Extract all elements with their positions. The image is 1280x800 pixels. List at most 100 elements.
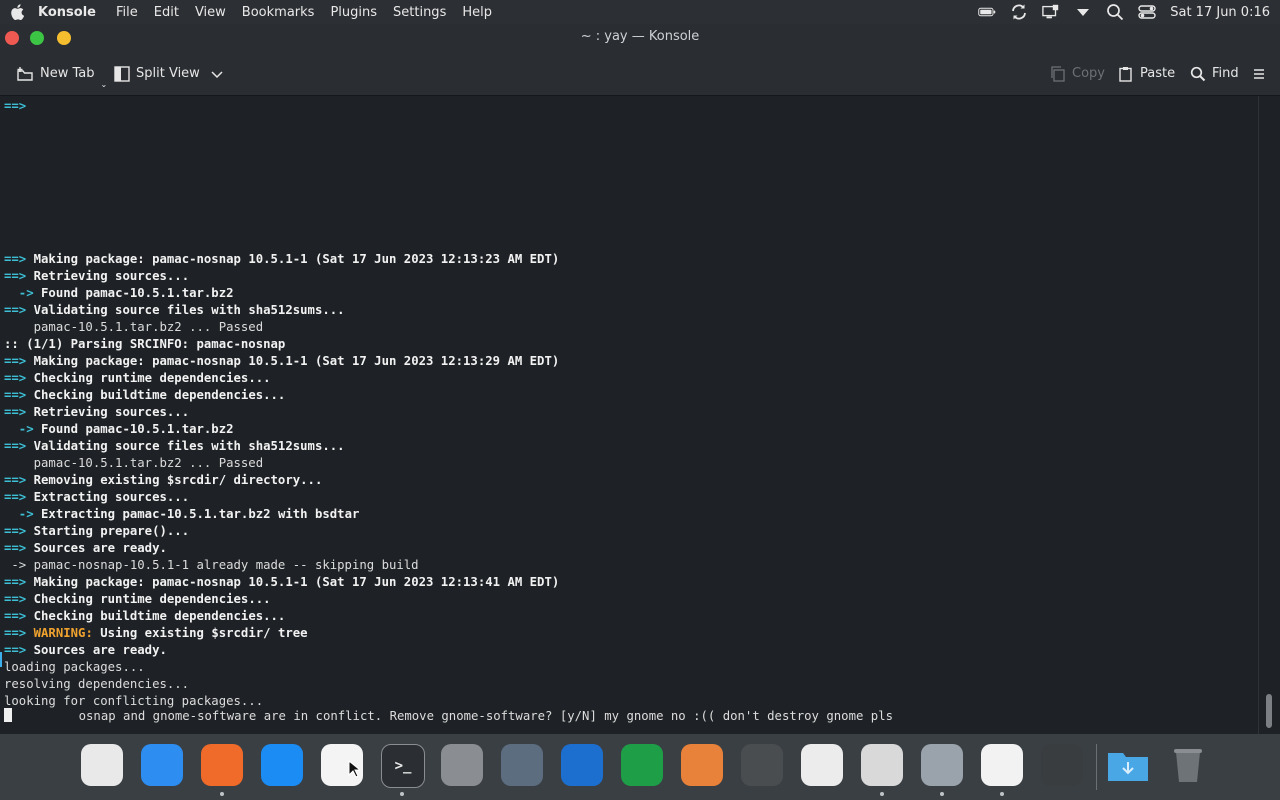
terminal-line-text: Found pamac-10.5.1.tar.bz2 (41, 286, 234, 300)
app-store-icon[interactable] (261, 744, 303, 786)
finder-icon[interactable] (141, 744, 183, 786)
arrow-prefix: -> (4, 507, 42, 521)
app-name-menu[interactable]: Konsole (38, 5, 96, 20)
terminal-line-text: :: (1/1) Parsing SRCINFO: pamac-nosnap (4, 337, 286, 351)
sync-icon[interactable] (1010, 3, 1028, 21)
copy-label: Copy (1072, 66, 1105, 81)
terminal-line-text: pamac-10.5.1.tar.bz2 ... Passed (4, 320, 264, 334)
terminal-line: :: (1/1) Parsing SRCINFO: pamac-nosnap (4, 336, 285, 353)
running-indicator (1000, 792, 1004, 796)
terminal-line: ==> Extracting sources... (4, 489, 189, 506)
terminal-line-text: Starting prepare()... (33, 524, 190, 538)
terminal-line: ==> Making package: pamac-nosnap 10.5.1-… (4, 574, 559, 591)
terminal-line: ==> WARNING: Using existing $srcdir/ tre… (4, 625, 308, 642)
terminal-line-text: Extracting sources... (33, 490, 190, 504)
menu-plugins[interactable]: Plugins (330, 5, 377, 20)
terminal-icon[interactable]: >_ (381, 744, 425, 788)
terminal-line: ==> Making package: pamac-nosnap 10.5.1-… (4, 353, 559, 370)
screenshot-icon[interactable] (501, 744, 543, 786)
system-settings-icon[interactable] (441, 744, 483, 786)
tape-icon[interactable] (741, 744, 783, 786)
menu-help[interactable]: Help (462, 5, 492, 20)
new-tab-menu-indicator[interactable]: ⌄ (101, 80, 108, 89)
paste-label: Paste (1140, 66, 1176, 81)
arrow-prefix: ==> (4, 490, 34, 504)
calculator-icon[interactable] (1041, 744, 1083, 786)
display-icon[interactable] (1042, 3, 1060, 21)
firefox-icon[interactable] (201, 744, 243, 786)
arrow-prefix: ==> (4, 575, 34, 589)
terminal-line: ==> Checking buildtime dependencies... (4, 387, 285, 404)
terminal-line: ==> Checking runtime dependencies... (4, 370, 271, 387)
dropdown-arrow-icon[interactable] (1074, 3, 1092, 21)
tools-icon[interactable] (861, 744, 903, 786)
terminal-line-text: Checking runtime dependencies... (33, 371, 271, 385)
warning-label: WARNING: (33, 626, 93, 640)
arrow-prefix: ==> (4, 269, 34, 283)
xserver-icon[interactable] (981, 744, 1023, 786)
paste-button[interactable]: Paste (1118, 52, 1175, 95)
terminal-view[interactable]: ==> ==> Making package: pamac-nosnap 10.… (0, 96, 1258, 734)
copy-button[interactable]: Copy (1050, 52, 1105, 95)
menu-file[interactable]: File (116, 5, 138, 20)
mouse-pointer-icon (348, 759, 362, 782)
disk-installer-icon[interactable] (921, 744, 963, 786)
arrow-prefix: -> (4, 422, 42, 436)
arrow-prefix: -> (4, 286, 42, 300)
status-area: Sat 17 Jun 0:16 (978, 0, 1270, 24)
terminal-line: pamac-10.5.1.tar.bz2 ... Passed (4, 319, 264, 336)
text-editor-icon[interactable] (801, 744, 843, 786)
split-view-label: Split View (136, 66, 200, 81)
battery-icon[interactable] (978, 3, 996, 21)
hamburger-menu-button[interactable] (1252, 52, 1266, 95)
arrow-prefix: ==> (4, 439, 34, 453)
window-titlebar[interactable]: ~ : yay — Konsole (0, 24, 1280, 52)
drawing-icon[interactable] (681, 744, 723, 786)
arrow-prefix: ==> (4, 626, 34, 640)
terminal-line-text: Sources are ready. (33, 643, 167, 657)
arrow-prefix: ==> (4, 524, 34, 538)
terminal-line: ==> Sources are ready. (4, 540, 167, 557)
terminal-line: -> Found pamac-10.5.1.tar.bz2 (4, 285, 234, 302)
terminal-line-text: Making package: pamac-nosnap 10.5.1-1 (S… (33, 354, 560, 368)
menu-view[interactable]: View (195, 5, 226, 20)
chevron-down-icon[interactable] (210, 69, 224, 79)
find-icon (1190, 66, 1206, 81)
terminal-line: ==> Starting prepare()... (4, 523, 189, 540)
running-indicator (940, 792, 944, 796)
downloads-folder-icon[interactable] (1107, 744, 1149, 786)
arrow-prefix: ==> (4, 541, 34, 555)
menu-settings[interactable]: Settings (393, 5, 446, 20)
terminal-line-text: Checking buildtime dependencies... (33, 388, 286, 402)
line-marker (0, 652, 2, 667)
trash-icon[interactable] (1167, 744, 1209, 786)
menu-edit[interactable]: Edit (154, 5, 179, 20)
writer-icon[interactable] (561, 744, 603, 786)
calc-icon[interactable] (621, 744, 663, 786)
terminal-line-text: Validating source files with sha512sums.… (33, 439, 345, 453)
konsole-toolbar: New Tab ⌄ Split View Copy Paste Find (0, 52, 1280, 96)
arrow-prefix: ==> (4, 354, 34, 368)
scrollbar-thumb[interactable] (1266, 694, 1272, 728)
arrow-prefix: ==> (4, 405, 34, 419)
split-view-button[interactable]: Split View (114, 52, 224, 95)
apple-icon[interactable] (8, 2, 28, 22)
new-tab-button[interactable]: New Tab ⌄ (16, 52, 107, 95)
running-indicator (220, 792, 224, 796)
terminal-line-text: Removing existing $srcdir/ directory... (33, 473, 323, 487)
terminal-line-text: Extracting pamac-10.5.1.tar.bz2 with bsd… (41, 507, 360, 521)
prompt-text: osnap and gnome-software are in conflict… (12, 709, 893, 723)
window-title: ~ : yay — Konsole (580, 29, 700, 44)
search-icon[interactable] (1106, 3, 1124, 21)
terminal-line-text: looking for conflicting packages... (4, 694, 264, 708)
launchpad-icon[interactable] (81, 744, 123, 786)
menu-bookmarks[interactable]: Bookmarks (242, 5, 315, 20)
control-center-icon[interactable] (1138, 3, 1156, 21)
terminal-scrollbar[interactable] (1258, 96, 1280, 734)
terminal-line: -> pamac-nosnap-10.5.1-1 already made --… (4, 557, 418, 574)
terminal-prompt-line[interactable]: osnap and gnome-software are in conflict… (4, 708, 893, 725)
terminal-line: ==> Retrieving sources... (4, 404, 189, 421)
find-button[interactable]: Find (1190, 52, 1239, 95)
terminal-line: -> Found pamac-10.5.1.tar.bz2 (4, 421, 234, 438)
clock[interactable]: Sat 17 Jun 0:16 (1170, 5, 1270, 20)
